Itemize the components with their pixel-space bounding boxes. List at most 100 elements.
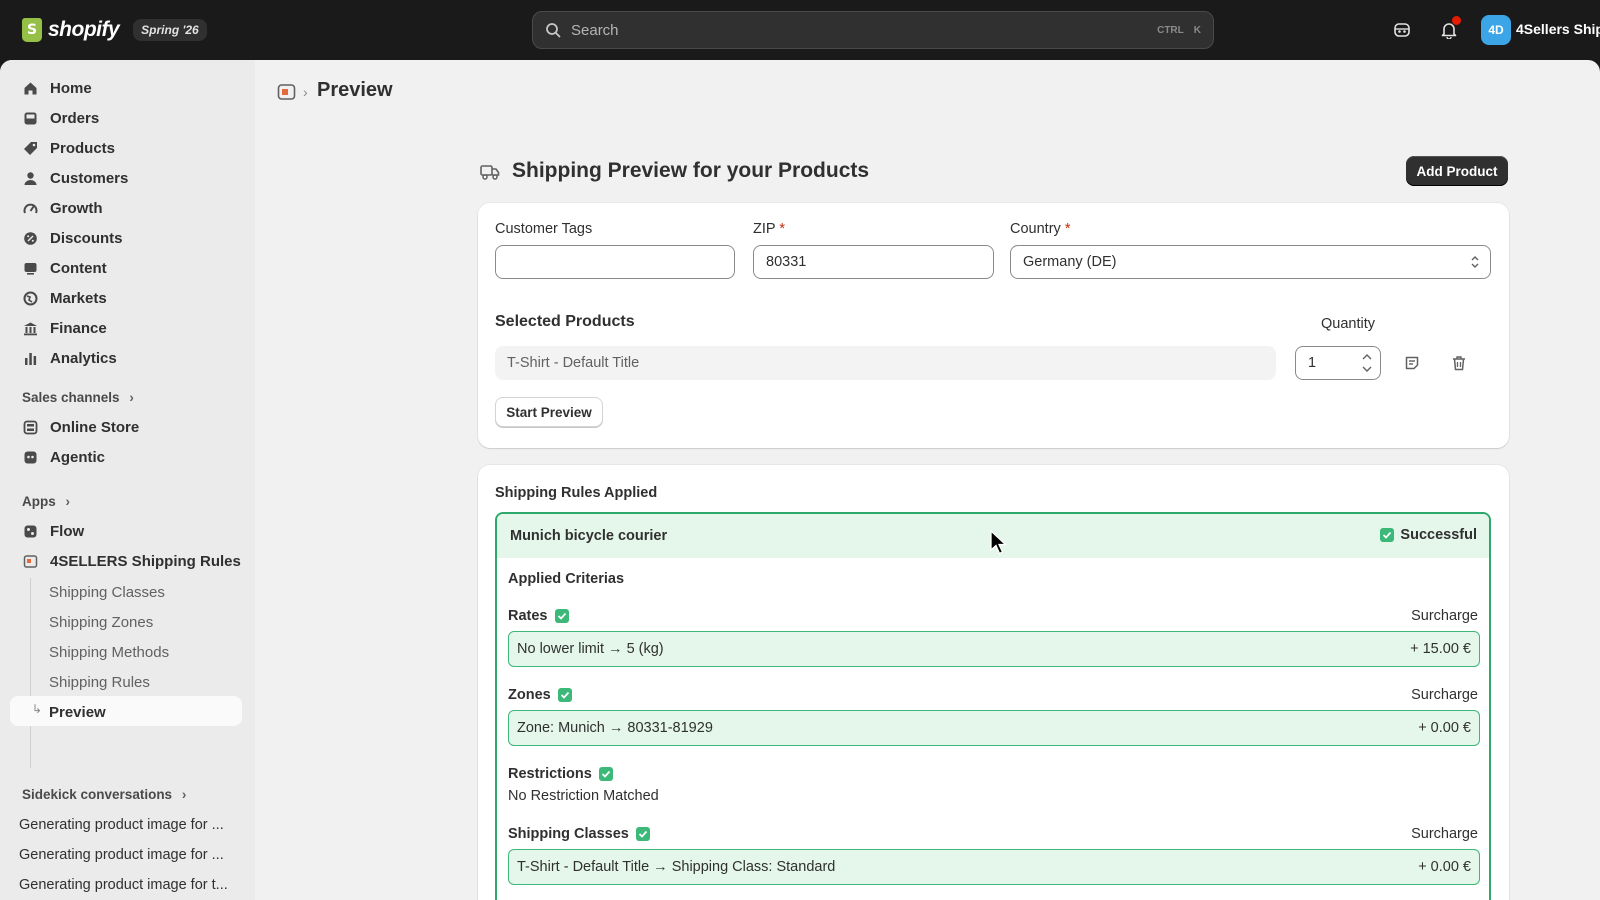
sidebar: Home Orders Products Customers Growth Di… <box>0 60 255 900</box>
home-icon <box>22 80 38 96</box>
brand-name: shopify <box>48 18 120 41</box>
sidebar-item-label: Products <box>50 139 116 157</box>
rates-detail: No lower limit → 5 (kg) <box>517 641 664 657</box>
required-mark: * <box>1064 221 1071 237</box>
page-title: Shipping Preview for your Products <box>512 159 870 182</box>
sidebar-item-customers[interactable]: Customers <box>10 163 242 193</box>
sidebar-item-discounts[interactable]: Discounts <box>10 223 242 253</box>
quantity-label: Quantity <box>1321 316 1375 332</box>
zones-amount: + 0.00 € <box>1418 720 1471 736</box>
store-name[interactable]: 4Sellers Shipp <box>1516 21 1600 37</box>
applied-criterias-title: Applied Criterias <box>508 571 624 587</box>
sidebar-item-orders[interactable]: Orders <box>10 103 242 133</box>
sidebar-item-label: Home <box>50 79 92 97</box>
notifications-bell-icon[interactable] <box>1437 16 1461 42</box>
sidebar-item-label: Analytics <box>50 349 117 367</box>
stepper-arrows-icon[interactable] <box>1360 350 1374 376</box>
sidebar-subitem-shipping-classes[interactable]: Shipping Classes <box>49 584 165 601</box>
app-icon <box>22 553 38 569</box>
quantity-value: 1 <box>1308 355 1317 371</box>
sidekick-label: Sidekick conversations <box>22 787 173 802</box>
product-field[interactable]: T-Shirt - Default Title <box>495 346 1276 380</box>
select-arrows-icon <box>1471 256 1479 268</box>
status-badge: Successful <box>1380 527 1477 543</box>
gauge-icon <box>22 200 38 216</box>
sidebar-item-label: Online Store <box>50 418 140 436</box>
shipping-classes-title: Shipping Classes <box>508 826 650 842</box>
bank-icon <box>22 320 38 336</box>
shopify-logo[interactable]: shopify Spring '26 <box>22 16 207 44</box>
sidebar-item-label: Discounts <box>50 229 123 247</box>
start-preview-button[interactable]: Start Preview <box>495 397 603 427</box>
rates-surcharge-label: Surcharge <box>1411 608 1478 624</box>
sales-channels-heading[interactable]: Sales channels › <box>22 390 134 405</box>
sidebar-item-label: Finance <box>50 319 107 337</box>
breadcrumb-chevron-icon: › <box>303 84 308 100</box>
chevron-right-icon: › <box>129 390 134 405</box>
sidebar-item-flow[interactable]: Flow <box>10 516 242 546</box>
bar-chart-icon <box>22 350 38 366</box>
add-product-button[interactable]: Add Product <box>1406 156 1508 186</box>
release-badge[interactable]: Spring '26 <box>133 19 207 41</box>
check-icon <box>1380 528 1395 542</box>
customer-tags-input[interactable] <box>495 245 735 279</box>
sidebar-item-analytics[interactable]: Analytics <box>10 343 242 373</box>
sidebar-item-growth[interactable]: Growth <box>10 193 242 223</box>
delete-icon[interactable] <box>1447 351 1471 375</box>
sidebar-item-content[interactable]: Content <box>10 253 242 283</box>
search-bar[interactable]: Search CTRL K <box>532 11 1214 49</box>
page-breadcrumb-title: Preview <box>317 79 393 101</box>
sidebar-item-label: Content <box>50 259 107 277</box>
store-avatar[interactable]: 4D <box>1481 15 1511 45</box>
required-mark: * <box>779 221 785 237</box>
sidekick-conversations-heading[interactable]: Sidekick conversations › <box>22 787 186 802</box>
zip-label: ZIP * <box>753 221 785 237</box>
inbox-icon <box>22 110 38 126</box>
sidebar-subitem-preview[interactable]: Preview <box>49 704 106 721</box>
customer-tags-label-text: Customer Tags <box>495 221 593 237</box>
details-icon[interactable] <box>1400 351 1424 375</box>
sidebar-item-agentic[interactable]: Agentic <box>10 442 242 472</box>
sidebar-active-highlight <box>10 696 242 726</box>
flow-icon <box>22 523 38 539</box>
sidebar-item-products[interactable]: Products <box>10 133 242 163</box>
conversation-item[interactable]: Generating product image for ... <box>19 847 224 863</box>
globe-icon <box>22 290 38 306</box>
zones-title-text: Zones <box>508 687 551 703</box>
check-icon <box>598 767 613 781</box>
quantity-stepper[interactable]: 1 <box>1295 346 1381 380</box>
app-breadcrumb-icon[interactable] <box>277 82 299 104</box>
main-frame: Home Orders Products Customers Growth Di… <box>0 60 1600 900</box>
sidebar-item-online-store[interactable]: Online Store <box>10 412 242 442</box>
tree-connector <box>30 578 31 768</box>
rates-amount: + 15.00 € <box>1410 641 1471 657</box>
shipping-rules-applied-title: Shipping Rules Applied <box>495 485 658 501</box>
check-icon <box>557 688 572 702</box>
shipping-classes-surcharge-label: Surcharge <box>1411 826 1478 842</box>
check-icon <box>635 827 650 841</box>
sidebar-item-home[interactable]: Home <box>10 73 242 103</box>
tree-branch-icon: ↳ <box>32 702 43 716</box>
sidebar-item-markets[interactable]: Markets <box>10 283 242 313</box>
zip-input[interactable]: 80331 <box>753 245 994 279</box>
restrictions-detail: No Restriction Matched <box>508 788 659 804</box>
sidebar-item-label: 4SELLERS Shipping Rules <box>50 552 241 570</box>
preview-form-card: Customer Tags ZIP * 80331 Country * Germ… <box>478 203 1509 448</box>
sidekick-icon[interactable] <box>1390 18 1414 42</box>
sidebar-subitem-shipping-methods[interactable]: Shipping Methods <box>49 644 169 661</box>
sidebar-item-4sellers-shipping-rules[interactable]: 4SELLERS Shipping Rules <box>10 546 242 576</box>
sidebar-subitem-shipping-zones[interactable]: Shipping Zones <box>49 614 153 631</box>
conversation-item[interactable]: Generating product image for t... <box>19 877 228 893</box>
selected-products-title: Selected Products <box>495 313 635 330</box>
country-select[interactable]: Germany (DE) <box>1010 245 1491 279</box>
sidebar-subitem-shipping-rules[interactable]: Shipping Rules <box>49 674 150 691</box>
shipping-classes-title-text: Shipping Classes <box>508 826 629 842</box>
shortcut-k: K <box>1193 24 1201 36</box>
truck-icon <box>480 163 500 181</box>
apps-heading[interactable]: Apps › <box>22 494 70 509</box>
sidebar-item-label: Customers <box>50 169 129 187</box>
top-bar: shopify Spring '26 Search CTRL K 4D 4Sel… <box>0 0 1600 60</box>
conversation-item[interactable]: Generating product image for ... <box>19 817 224 833</box>
country-value: Germany (DE) <box>1023 254 1117 270</box>
sidebar-item-finance[interactable]: Finance <box>10 313 242 343</box>
